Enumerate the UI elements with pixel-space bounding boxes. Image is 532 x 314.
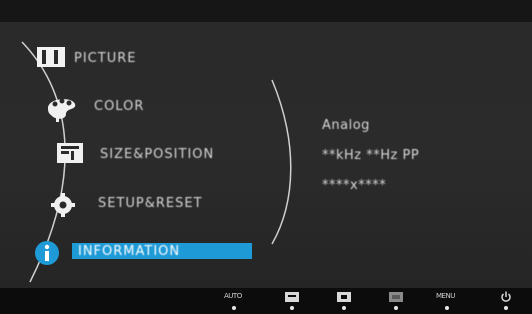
menu-button-icon — [285, 292, 299, 302]
source-button[interactable]: MENU — [436, 290, 458, 312]
resolution-info: ****x**** — [322, 178, 387, 193]
gear-icon — [51, 193, 75, 217]
button-bar: AUTO MENU — [0, 288, 532, 314]
down-button[interactable] — [334, 290, 354, 312]
up-button-icon — [389, 292, 403, 302]
menu-label-size-position: SIZE&POSITION — [100, 147, 215, 162]
down-button-icon — [337, 292, 351, 302]
size-position-icon — [57, 143, 83, 163]
picture-icon — [37, 47, 65, 67]
power-icon — [501, 291, 511, 302]
power-button[interactable] — [496, 290, 516, 312]
signal-type: Analog — [322, 118, 370, 133]
menu-label-information: INFORMATION — [78, 244, 181, 259]
menu-button[interactable] — [282, 290, 302, 312]
menu-label-setup-reset: SETUP&RESET — [98, 196, 203, 211]
top-bar — [0, 0, 532, 22]
auto-button[interactable]: AUTO — [224, 290, 244, 312]
auto-button-label: AUTO — [224, 292, 242, 300]
down-button-indicator — [342, 306, 346, 310]
color-palette-icon — [48, 98, 76, 122]
menu-label-picture: PICTURE — [74, 51, 137, 66]
osd-panel: PICTURE COLOR SIZE&POSITION SETUP&RESET … — [0, 22, 532, 288]
power-button-indicator — [504, 306, 508, 310]
auto-button-indicator — [232, 306, 236, 310]
up-button[interactable] — [386, 290, 406, 312]
frequency-info: **kHz **Hz PP — [322, 148, 420, 163]
source-button-label: MENU — [436, 292, 455, 300]
menu-button-indicator — [290, 306, 294, 310]
info-icon — [35, 241, 59, 265]
menu-label-color: COLOR — [94, 99, 145, 114]
source-button-indicator — [445, 306, 449, 310]
up-button-indicator — [394, 306, 398, 310]
